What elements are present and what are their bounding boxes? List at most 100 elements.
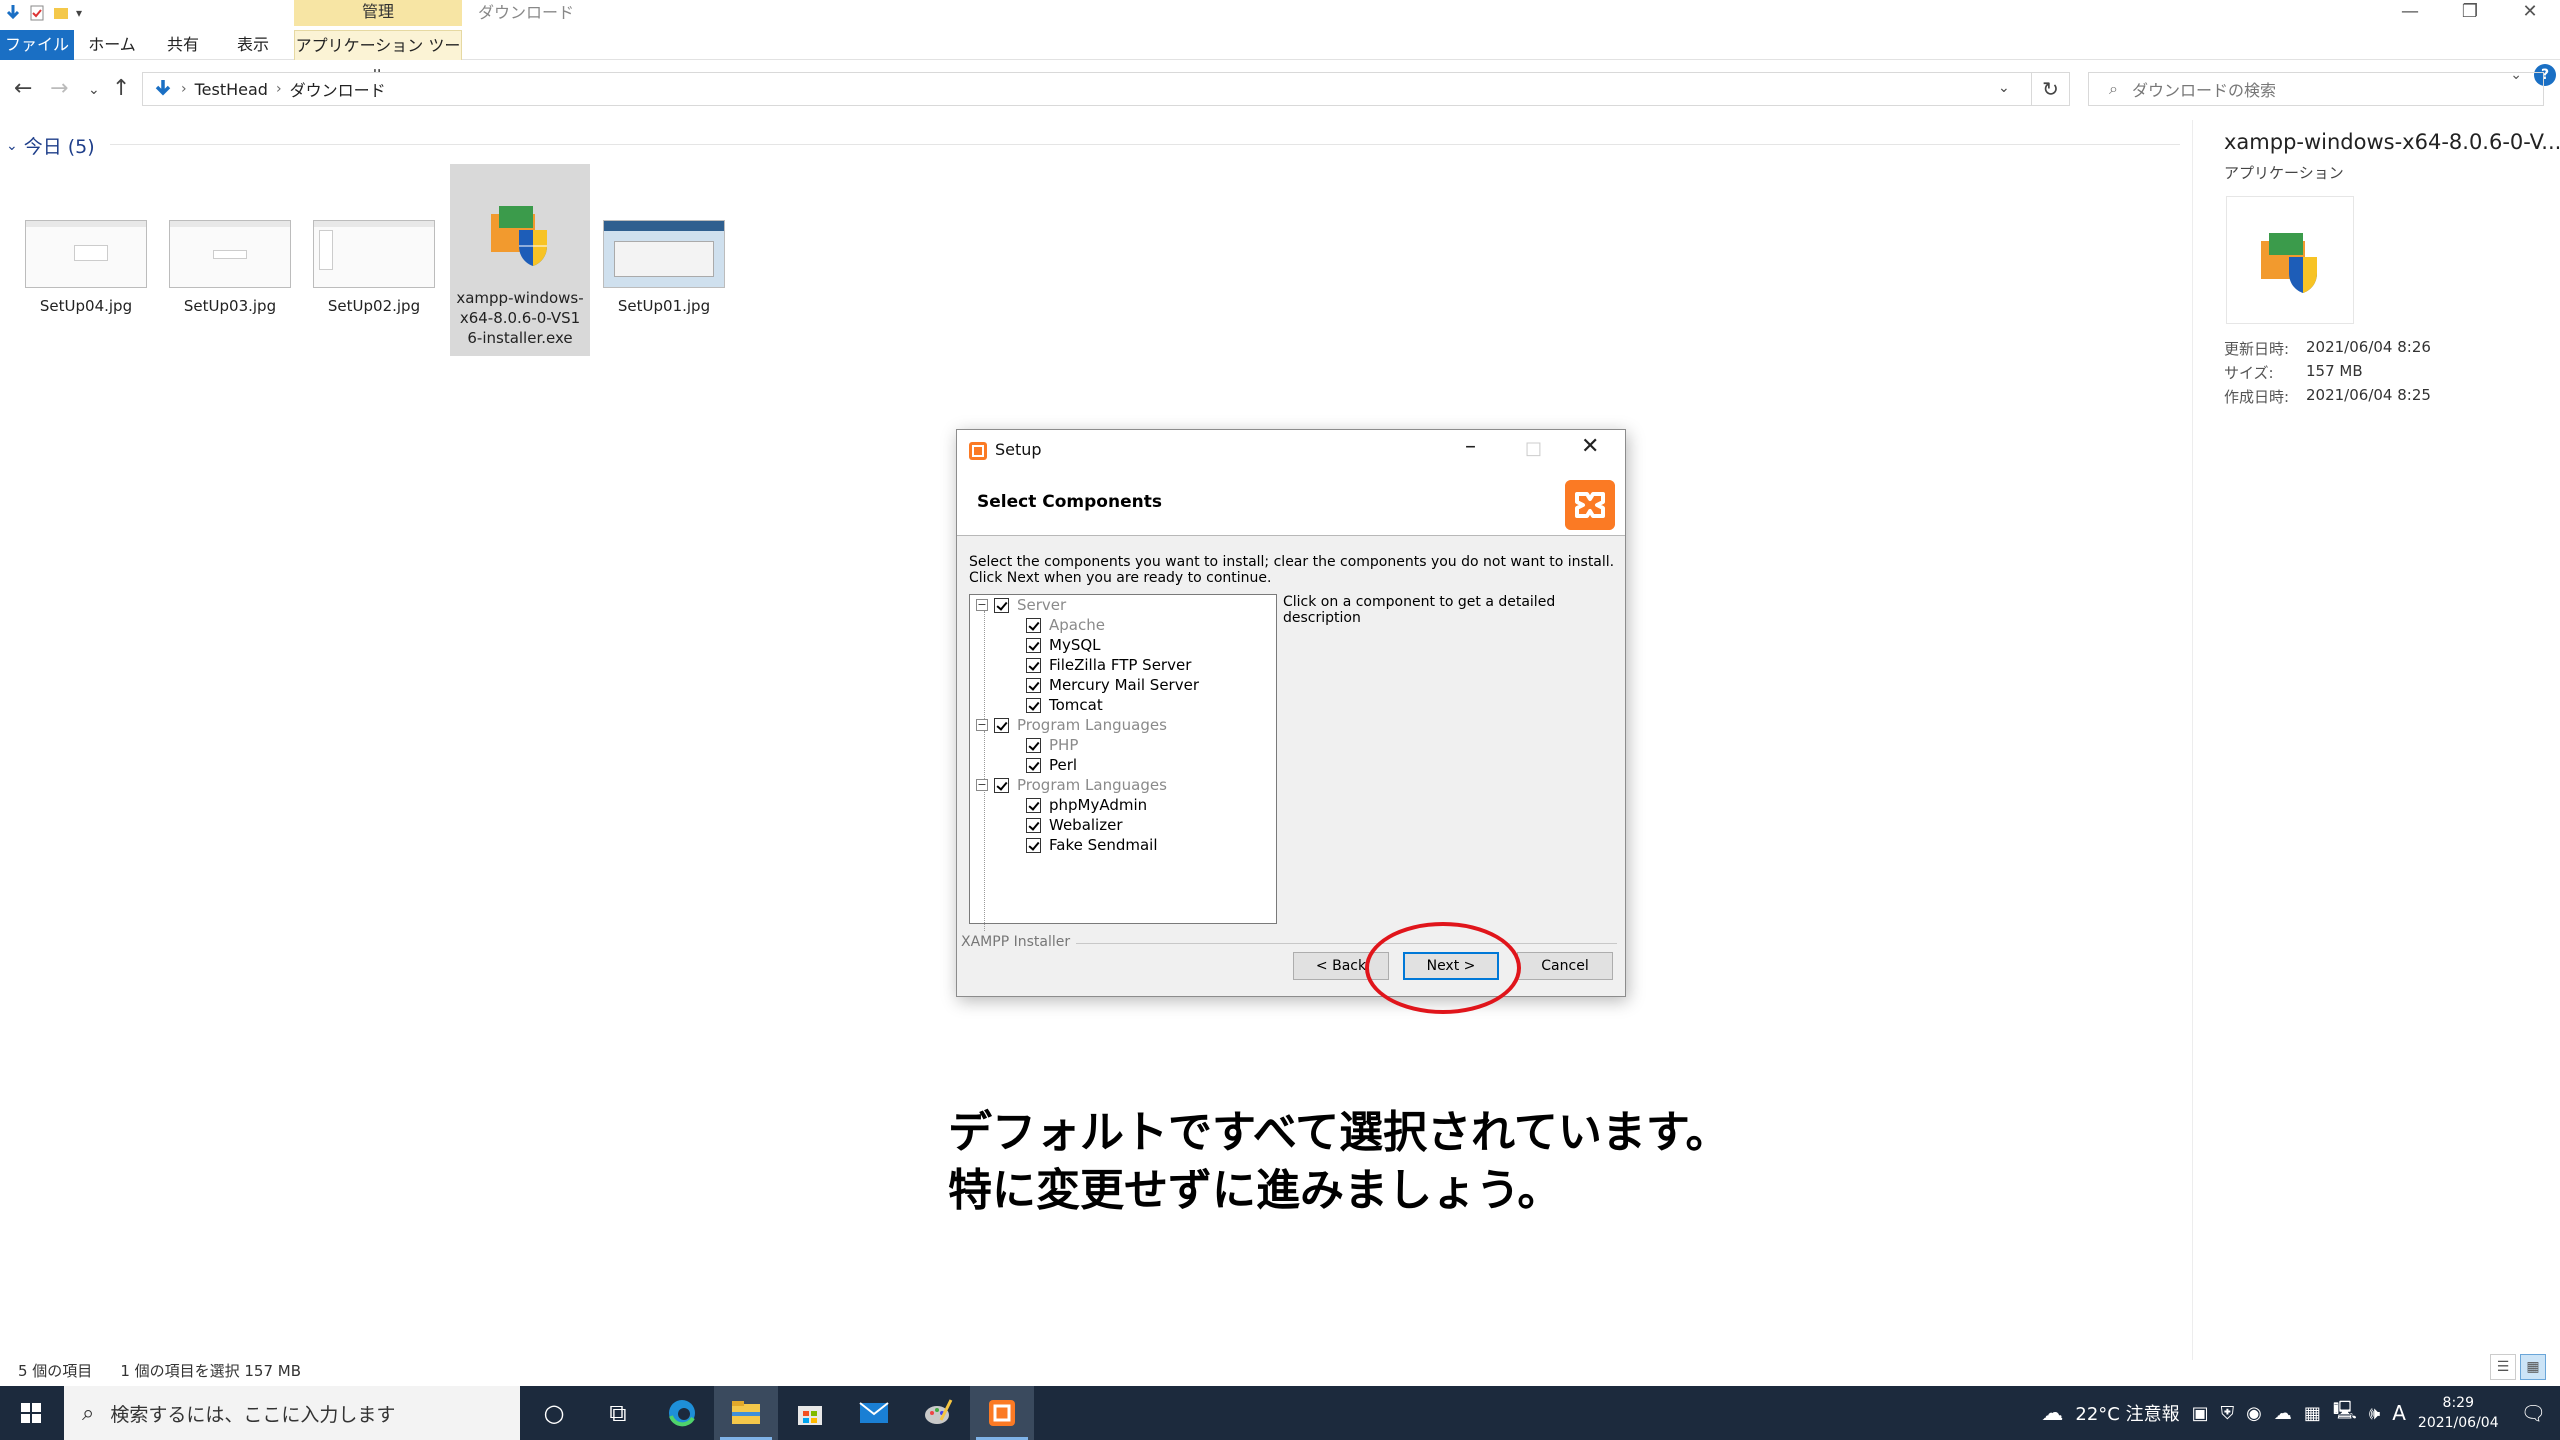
weather-text[interactable]: 22°C 注意報 xyxy=(2075,1400,2179,1426)
breadcrumb-separator-icon: › xyxy=(181,81,187,97)
tree-label: Program Languages xyxy=(1017,776,1167,794)
checkbox-checked[interactable] xyxy=(994,597,1009,613)
file-item[interactable]: SetUp02.jpg xyxy=(304,166,444,316)
preview-prop-created: 作成日時: 2021/06/04 8:25 xyxy=(2224,386,2431,407)
close-icon[interactable]: ✕ xyxy=(1581,434,1599,459)
address-bar[interactable]: › TestHead › ダウンロード xyxy=(142,72,2032,106)
checkbox-checked[interactable] xyxy=(1026,837,1041,853)
xampp-small-icon xyxy=(969,442,987,460)
components-tree[interactable]: − Server Apache MySQL FileZilla FTP Serve… xyxy=(969,594,1277,931)
checkbox-checked[interactable] xyxy=(1026,617,1041,633)
file-item[interactable]: SetUp03.jpg xyxy=(160,166,300,316)
restore-icon[interactable]: ❐ xyxy=(2440,0,2500,26)
search-box[interactable]: ⌕ ダウンロードの検索 xyxy=(2088,72,2544,106)
tree-item-filezilla[interactable]: FileZilla FTP Server xyxy=(1026,655,1191,675)
collapse-icon[interactable]: − xyxy=(976,719,988,731)
large-icons-view-icon[interactable]: ▦ xyxy=(2520,1354,2546,1380)
edge-browser-icon[interactable] xyxy=(650,1386,714,1440)
tab-view[interactable]: 表示 xyxy=(230,30,276,60)
file-explorer-icon[interactable] xyxy=(714,1386,778,1440)
dialog-header: Select Components xyxy=(957,470,1625,536)
details-view-icon[interactable]: ☰ xyxy=(2490,1354,2516,1380)
collapse-icon[interactable]: − xyxy=(976,599,988,611)
checkbox-checked[interactable] xyxy=(1026,697,1041,713)
new-folder-icon[interactable] xyxy=(52,4,70,22)
cortana-icon[interactable]: ○ xyxy=(522,1386,586,1440)
checkbox-checked[interactable] xyxy=(1026,817,1041,833)
xampp-installer-taskbar-icon[interactable] xyxy=(970,1386,1034,1440)
breadcrumb-downloads[interactable]: ダウンロード xyxy=(290,77,386,101)
tree-item-php[interactable]: PHP xyxy=(1026,735,1078,755)
windows-start-icon[interactable] xyxy=(0,1386,62,1440)
file-item-selected[interactable]: xampp-windows-x64-8.0.6-0-VS16-installer… xyxy=(450,164,590,356)
recent-locations-icon[interactable]: ⌄ xyxy=(88,82,100,98)
cancel-button[interactable]: Cancel xyxy=(1517,952,1613,980)
checkbox-checked[interactable] xyxy=(994,717,1009,733)
checkbox-checked[interactable] xyxy=(1026,757,1041,773)
checkbox-checked[interactable] xyxy=(1026,677,1041,693)
qat-dropdown-icon[interactable]: ▾ xyxy=(76,6,82,20)
mail-icon[interactable] xyxy=(842,1386,906,1440)
up-arrow-icon[interactable]: ↑ xyxy=(112,76,130,101)
download-arrow-icon[interactable] xyxy=(4,4,22,22)
microsoft-store-icon[interactable] xyxy=(778,1386,842,1440)
tree-group-server[interactable]: − Server xyxy=(976,595,1066,615)
tab-application-tools[interactable]: アプリケーション ツール xyxy=(294,30,462,85)
tree-group-program-languages-2[interactable]: − Program Languages xyxy=(976,775,1167,795)
tree-item-phpmyadmin[interactable]: phpMyAdmin xyxy=(1026,795,1147,815)
browser-tray-icon[interactable]: ◉ xyxy=(2246,1403,2262,1424)
tree-item-apache[interactable]: Apache xyxy=(1026,615,1105,635)
file-name: xampp-windows-x64-8.0.6-0-VS16-installer… xyxy=(456,289,584,347)
app-tray-icon[interactable]: ▦ xyxy=(2304,1403,2321,1424)
checkbox-checked[interactable] xyxy=(1026,797,1041,813)
clock[interactable]: 8:29 2021/06/04 xyxy=(2418,1393,2499,1433)
tree-item-perl[interactable]: Perl xyxy=(1026,755,1077,775)
paint-app-icon[interactable] xyxy=(906,1386,970,1440)
search-input[interactable]: ダウンロードの検索 xyxy=(2132,77,2276,101)
tree-item-mercury[interactable]: Mercury Mail Server xyxy=(1026,675,1199,695)
group-header-today[interactable]: ⌄ 今日 (5) xyxy=(6,132,95,159)
back-arrow-icon[interactable]: ← xyxy=(14,76,32,101)
tree-group-program-languages[interactable]: − Program Languages xyxy=(976,715,1167,735)
notification-icon[interactable]: 🗨 xyxy=(2521,1401,2546,1425)
meet-now-icon[interactable]: ▣ xyxy=(2192,1403,2209,1424)
image-thumbnail xyxy=(603,220,725,288)
network-icon[interactable]: 🖳 xyxy=(2333,1398,2357,1428)
tree-item-tomcat[interactable]: Tomcat xyxy=(1026,695,1103,715)
refresh-icon[interactable]: ↻ xyxy=(2032,72,2070,106)
checkbox-checked[interactable] xyxy=(1026,737,1041,753)
address-dropdown-icon[interactable]: ⌄ xyxy=(1998,80,2010,96)
minimize-icon[interactable]: – xyxy=(1465,434,1476,459)
file-item[interactable]: SetUp04.jpg xyxy=(16,166,156,316)
security-icon[interactable]: ⛨ xyxy=(2221,1403,2235,1424)
tree-label: Mercury Mail Server xyxy=(1049,676,1199,694)
checkbox-checked[interactable] xyxy=(1026,657,1041,673)
tree-label: Webalizer xyxy=(1049,816,1123,834)
tree-item-mysql[interactable]: MySQL xyxy=(1026,635,1101,655)
tree-item-fake-sendmail[interactable]: Fake Sendmail xyxy=(1026,835,1158,855)
properties-icon[interactable] xyxy=(28,4,46,22)
tree-item-webalizer[interactable]: Webalizer xyxy=(1026,815,1123,835)
checkbox-checked[interactable] xyxy=(1026,637,1041,653)
volume-icon[interactable]: 🕪 xyxy=(2369,1403,2380,1424)
minimize-icon[interactable]: — xyxy=(2380,0,2440,26)
onedrive-icon[interactable]: ☁ xyxy=(2274,1403,2292,1424)
tab-file[interactable]: ファイル xyxy=(0,30,74,60)
tab-home[interactable]: ホーム xyxy=(86,30,138,60)
taskbar-search-input[interactable]: 検索するには、ここに入力します xyxy=(110,1400,395,1427)
prop-label: 作成日時: xyxy=(2224,388,2290,406)
collapse-icon[interactable]: − xyxy=(976,779,988,791)
file-item[interactable]: SetUp01.jpg xyxy=(594,166,734,316)
forward-arrow-icon[interactable]: → xyxy=(50,76,68,101)
quick-access-toolbar: ▾ xyxy=(0,0,82,26)
ime-indicator[interactable]: A xyxy=(2392,1401,2406,1425)
taskbar-search-box[interactable]: ⌕ 検索するには、ここに入力します xyxy=(64,1386,520,1440)
image-thumbnail xyxy=(169,220,291,288)
breadcrumb-testhead[interactable]: TestHead xyxy=(195,80,268,99)
close-icon[interactable]: ✕ xyxy=(2500,0,2560,26)
checkbox-checked[interactable] xyxy=(994,777,1009,793)
preview-type: アプリケーション xyxy=(2224,164,2344,182)
tab-share[interactable]: 共有 xyxy=(160,30,206,60)
task-view-icon[interactable]: ⧉ xyxy=(586,1386,650,1440)
weather-icon[interactable]: ☁ xyxy=(2041,1401,2063,1426)
